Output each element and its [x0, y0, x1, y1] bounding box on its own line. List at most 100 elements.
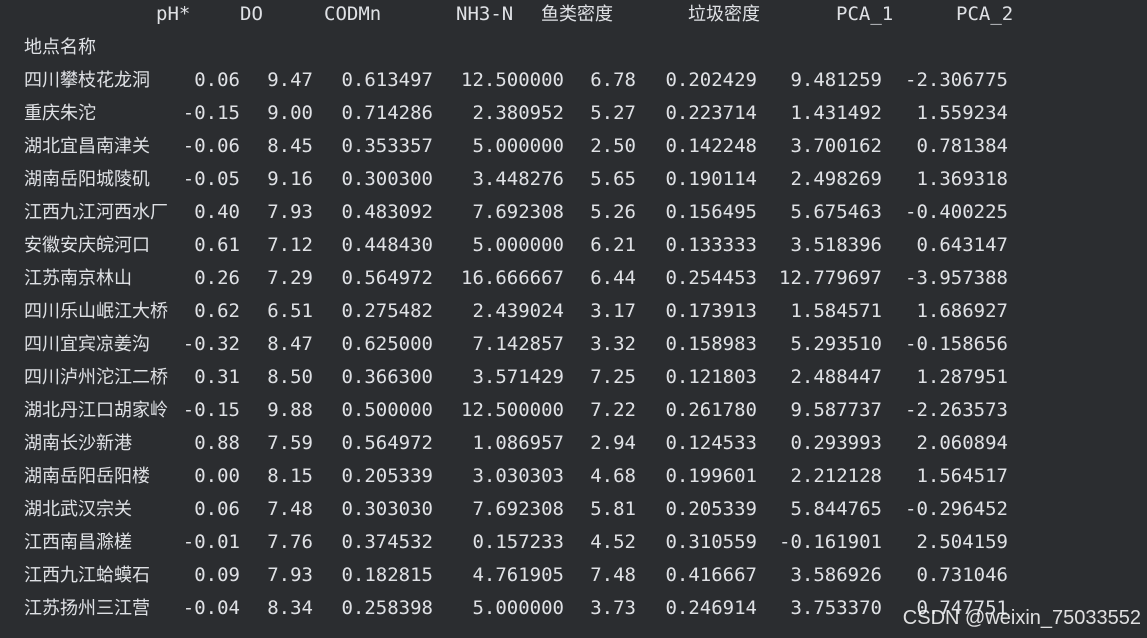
column-header-pca1: PCA_1: [836, 3, 894, 25]
cell-pca1: 2.498269: [790, 168, 882, 190]
cell-codmn: 0.500000: [341, 399, 433, 421]
cell-codmn: 0.275482: [341, 300, 433, 322]
table-row: 四川乐山岷江大桥 0.62 6.51 0.275482 2.439024 3.17 0.17…: [0, 295, 1147, 328]
cell-fish: 5.65: [590, 168, 636, 190]
cell-ph: 0.26: [194, 267, 240, 289]
table-row: 湖南长沙新港 0.88 7.59 0.564972 1.086957 2.94 0.1245…: [0, 427, 1147, 460]
cell-nh3n: 5.000000: [472, 135, 564, 157]
cell-codmn: 0.714286: [341, 102, 433, 124]
cell-pca2: 0.781384: [916, 135, 1008, 157]
table-row: 安徽安庆皖河口 0.61 7.12 0.448430 5.000000 6.21 0.133…: [0, 229, 1147, 262]
column-header-trash-density: 垃圾密度: [688, 4, 760, 25]
row-location-name: 湖南岳阳岳阳楼: [24, 466, 150, 487]
cell-fish: 6.44: [590, 267, 636, 289]
cell-codmn: 0.205339: [341, 465, 433, 487]
cell-codmn: 0.366300: [341, 366, 433, 388]
cell-pca1: 2.488447: [790, 366, 882, 388]
cell-codmn: 0.303030: [341, 498, 433, 520]
table-row: 重庆朱沱 -0.15 9.00 0.714286 2.380952 5.27 0.22371…: [0, 97, 1147, 130]
table-row: 湖北宜昌南津关 -0.06 8.45 0.353357 5.000000 2.50 0.14…: [0, 130, 1147, 163]
table-row: 湖南岳阳城陵矶 -0.05 9.16 0.300300 3.448276 5.65 0.19…: [0, 163, 1147, 196]
cell-fish: 3.17: [590, 300, 636, 322]
row-location-name: 江西南昌滁槎: [24, 532, 132, 553]
cell-codmn: 0.182815: [341, 564, 433, 586]
cell-pca1: 5.293510: [790, 333, 882, 355]
cell-fish: 7.48: [590, 564, 636, 586]
cell-nh3n: 12.500000: [461, 399, 564, 421]
cell-ph: -0.15: [182, 102, 240, 124]
cell-nh3n: 7.142857: [472, 333, 564, 355]
cell-nh3n: 0.157233: [472, 531, 564, 553]
column-header-ph: pH*: [156, 3, 191, 25]
row-location-name: 湖南岳阳城陵矶: [24, 169, 150, 190]
cell-do: 9.88: [267, 399, 313, 421]
cell-pca1: -0.161901: [779, 531, 882, 553]
cell-trash: 0.133333: [665, 234, 757, 256]
cell-pca2: 2.060894: [916, 432, 1008, 454]
cell-fish: 5.27: [590, 102, 636, 124]
cell-trash: 0.124533: [665, 432, 757, 454]
cell-ph: 0.40: [194, 201, 240, 223]
cell-fish: 5.81: [590, 498, 636, 520]
row-location-name: 江西九江蛤蟆石: [24, 565, 150, 586]
table-row: 四川攀枝花龙洞 0.06 9.47 0.613497 12.500000 6.78 0.20…: [0, 64, 1147, 97]
cell-pca2: 2.504159: [916, 531, 1008, 553]
row-location-name: 重庆朱沱: [24, 103, 96, 124]
table-row: 江西九江河西水厂 0.40 7.93 0.483092 7.692308 5.26 0.15…: [0, 196, 1147, 229]
cell-codmn: 0.374532: [341, 531, 433, 553]
cell-codmn: 0.483092: [341, 201, 433, 223]
cell-do: 8.34: [267, 597, 313, 619]
cell-codmn: 0.564972: [341, 267, 433, 289]
cell-nh3n: 16.666667: [461, 267, 564, 289]
cell-trash: 0.416667: [665, 564, 757, 586]
cell-ph: 0.61: [194, 234, 240, 256]
cell-ph: -0.05: [182, 168, 240, 190]
cell-nh3n: 1.086957: [472, 432, 564, 454]
table-row: 四川宜宾凉姜沟 -0.32 8.47 0.625000 7.142857 3.32 0.15…: [0, 328, 1147, 361]
cell-fish: 3.32: [590, 333, 636, 355]
table-row: 江西南昌滁槎 -0.01 7.76 0.374532 0.157233 4.52 0.310…: [0, 526, 1147, 559]
cell-pca2: 1.564517: [916, 465, 1008, 487]
cell-nh3n: 4.761905: [472, 564, 564, 586]
cell-do: 8.47: [267, 333, 313, 355]
cell-pca2: 0.643147: [916, 234, 1008, 256]
row-location-name: 湖北武汉宗关: [24, 499, 132, 520]
cell-pca2: 1.559234: [916, 102, 1008, 124]
cell-trash: 0.199601: [665, 465, 757, 487]
cell-do: 7.12: [267, 234, 313, 256]
index-label: 地点名称: [24, 37, 96, 58]
cell-do: 8.45: [267, 135, 313, 157]
cell-trash: 0.121803: [665, 366, 757, 388]
cell-do: 9.16: [267, 168, 313, 190]
cell-pca1: 9.481259: [790, 69, 882, 91]
cell-do: 9.47: [267, 69, 313, 91]
cell-pca2: -0.400225: [905, 201, 1008, 223]
cell-pca1: 9.587737: [790, 399, 882, 421]
cell-trash: 0.173913: [665, 300, 757, 322]
row-location-name: 四川乐山岷江大桥: [24, 301, 168, 322]
row-location-name: 四川宜宾凉姜沟: [24, 334, 150, 355]
cell-fish: 4.52: [590, 531, 636, 553]
cell-nh3n: 2.380952: [472, 102, 564, 124]
row-location-name: 江苏扬州三江营: [24, 598, 150, 619]
cell-nh3n: 7.692308: [472, 498, 564, 520]
table-row: 江苏南京林山 0.26 7.29 0.564972 16.666667 6.44 0.254…: [0, 262, 1147, 295]
cell-fish: 7.22: [590, 399, 636, 421]
index-label-row: 地点名称: [0, 31, 1147, 64]
cell-pca1: 12.779697: [779, 267, 882, 289]
cell-ph: -0.04: [182, 597, 240, 619]
cell-do: 7.93: [267, 201, 313, 223]
cell-fish: 6.78: [590, 69, 636, 91]
cell-codmn: 0.625000: [341, 333, 433, 355]
cell-do: 8.50: [267, 366, 313, 388]
cell-trash: 0.261780: [665, 399, 757, 421]
cell-do: 7.29: [267, 267, 313, 289]
cell-do: 8.15: [267, 465, 313, 487]
cell-do: 9.00: [267, 102, 313, 124]
cell-trash: 0.246914: [665, 597, 757, 619]
cell-pca1: 5.844765: [790, 498, 882, 520]
row-location-name: 湖南长沙新港: [24, 433, 132, 454]
column-header-nh3n: NH3-N: [456, 3, 514, 25]
cell-do: 7.93: [267, 564, 313, 586]
cell-pca1: 3.753370: [790, 597, 882, 619]
